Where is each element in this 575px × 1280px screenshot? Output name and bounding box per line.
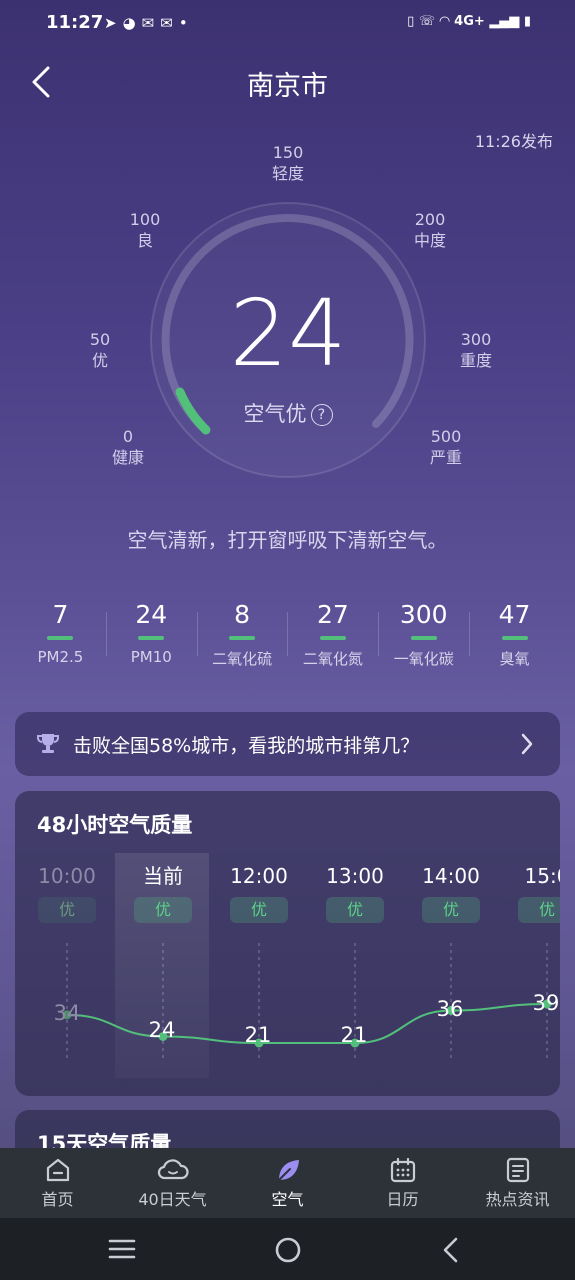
news-icon [506, 1157, 529, 1183]
tab-label: 40日天气 [138, 1190, 207, 1209]
hour-value: 21 [340, 1023, 368, 1047]
calendar-icon [390, 1157, 415, 1183]
aqi-gauge [150, 202, 426, 478]
hour-value: 39 [532, 991, 560, 1015]
home-icon [46, 1158, 69, 1182]
back-nav-button[interactable] [440, 1236, 462, 1264]
hour-value: 24 [148, 1018, 176, 1042]
chevron-right-icon [521, 733, 533, 755]
level-bar [410, 636, 437, 640]
tab-label: 日历 [386, 1190, 419, 1209]
scale-300: 300 重度 [459, 330, 492, 370]
level-bar [319, 636, 346, 640]
bottom-nav: 首页 40日天气 空气 日历 热点资讯 [0, 1148, 575, 1218]
aqi-value: 24 [229, 280, 347, 387]
pollutant-so2[interactable]: 8 二氧化硫 [196, 598, 288, 678]
tab-label: 空气 [271, 1190, 304, 1209]
pollutant-o3[interactable]: 47 臭氧 [469, 598, 560, 678]
trophy-icon [37, 734, 59, 753]
recents-button[interactable] [108, 1237, 136, 1261]
pollutant-pm10[interactable]: 24 PM10 [105, 598, 197, 678]
scale-500: 500 严重 [429, 427, 462, 467]
hour-value: 21 [244, 1023, 272, 1047]
tab-home[interactable]: 首页 [0, 1148, 115, 1218]
pollutant-no2[interactable]: 27 二氧化氮 [287, 598, 378, 678]
rank-text: 击败全国58%城市，看我的城市排第几？ [73, 735, 420, 757]
hourly-aqi-card[interactable]: 48小时空气质量 10:00 优 当前 优 12:00 优 13:00 优 14… [15, 791, 560, 1096]
scale-150: 150 轻度 [271, 143, 304, 183]
aqi-level: 空气优? [188, 398, 388, 428]
hour-value: 36 [436, 997, 464, 1021]
tab-calendar[interactable]: 日历 [345, 1148, 460, 1218]
tab-air[interactable]: 空气 [230, 1148, 345, 1218]
home-nav-button[interactable] [274, 1236, 302, 1264]
advice-text: 空气清新，打开窗呼吸下清新空气。 [127, 528, 448, 552]
level-bar [501, 636, 528, 640]
pollutant-list: 7 PM2.5 24 PM10 8 二氧化硫 27 二氧化氮 300 一氧化碳 47 臭氧 [15, 598, 560, 678]
cloud-icon [157, 1159, 189, 1180]
pollutant-pm25[interactable]: 7 PM2.5 [15, 598, 106, 678]
leaf-icon [277, 1160, 299, 1181]
system-nav-bar [0, 1218, 575, 1280]
level-bar [229, 636, 256, 640]
scale-0: 0 健康 [111, 427, 144, 467]
city-rank-banner[interactable]: 击败全国58%城市，看我的城市排第几？ [15, 712, 560, 776]
tab-label: 热点资讯 [485, 1190, 550, 1209]
hourly-aqi-line-chart [62, 943, 552, 1059]
scale-50: 50 优 [89, 330, 111, 370]
aqi-level-text: 空气优 [243, 402, 307, 426]
tab-label: 首页 [41, 1190, 74, 1209]
scale-100: 100 良 [129, 210, 161, 250]
pollutant-co[interactable]: 300 一氧化碳 [378, 598, 469, 678]
hour-value: 34 [53, 1001, 81, 1025]
tab-40day[interactable]: 40日天气 [115, 1148, 230, 1218]
help-icon[interactable]: ? [310, 404, 333, 426]
level-bar [47, 636, 74, 640]
level-bar [138, 636, 165, 640]
tab-news[interactable]: 热点资讯 [460, 1148, 575, 1218]
scale-200: 200 中度 [413, 210, 446, 250]
